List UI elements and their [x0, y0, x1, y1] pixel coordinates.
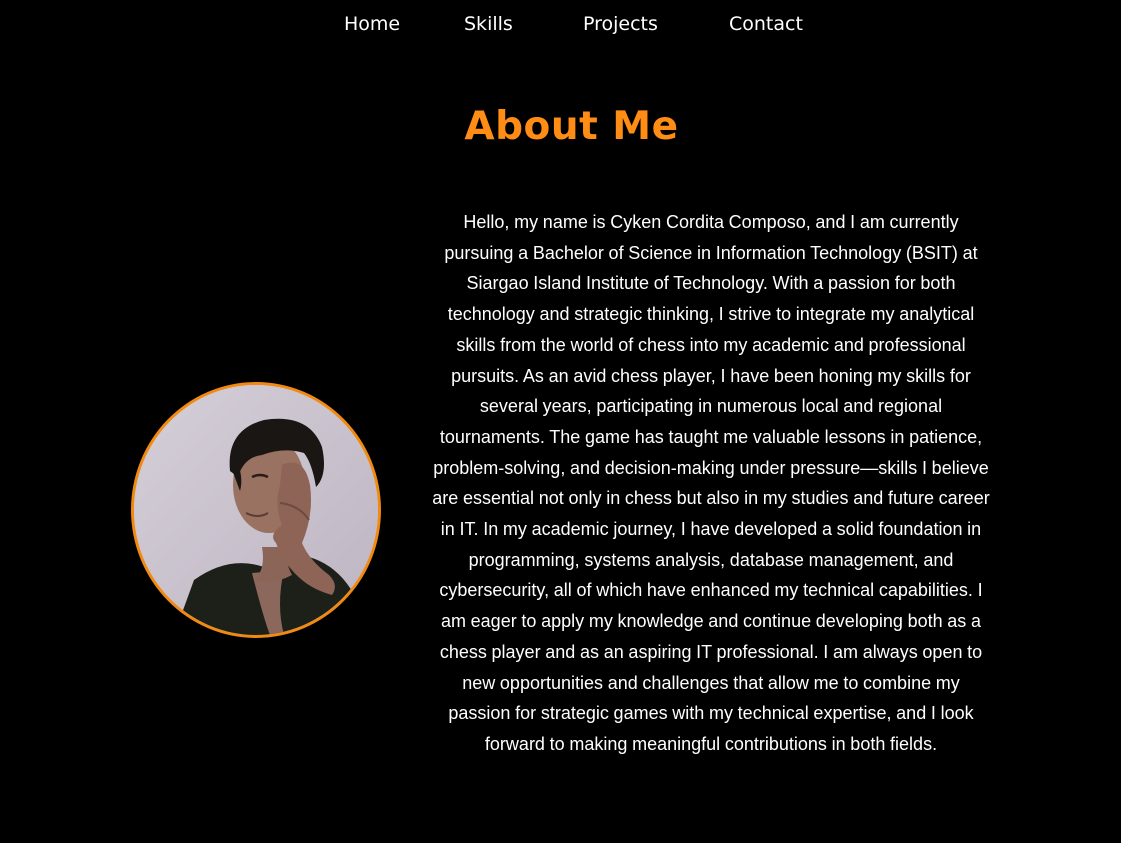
top-navigation: Home Skills Projects Contact [0, 9, 1121, 43]
profile-photo [131, 382, 381, 638]
nav-link-projects[interactable]: Projects [583, 9, 658, 39]
nav-link-contact[interactable]: Contact [729, 9, 803, 39]
nav-link-skills[interactable]: Skills [464, 9, 513, 39]
nav-link-home[interactable]: Home [344, 9, 400, 39]
about-title: About Me [464, 104, 679, 149]
profile-photo-illustration [134, 385, 378, 635]
about-bio-paragraph: Hello, my name is Cyken Cordita Composo,… [432, 212, 990, 754]
